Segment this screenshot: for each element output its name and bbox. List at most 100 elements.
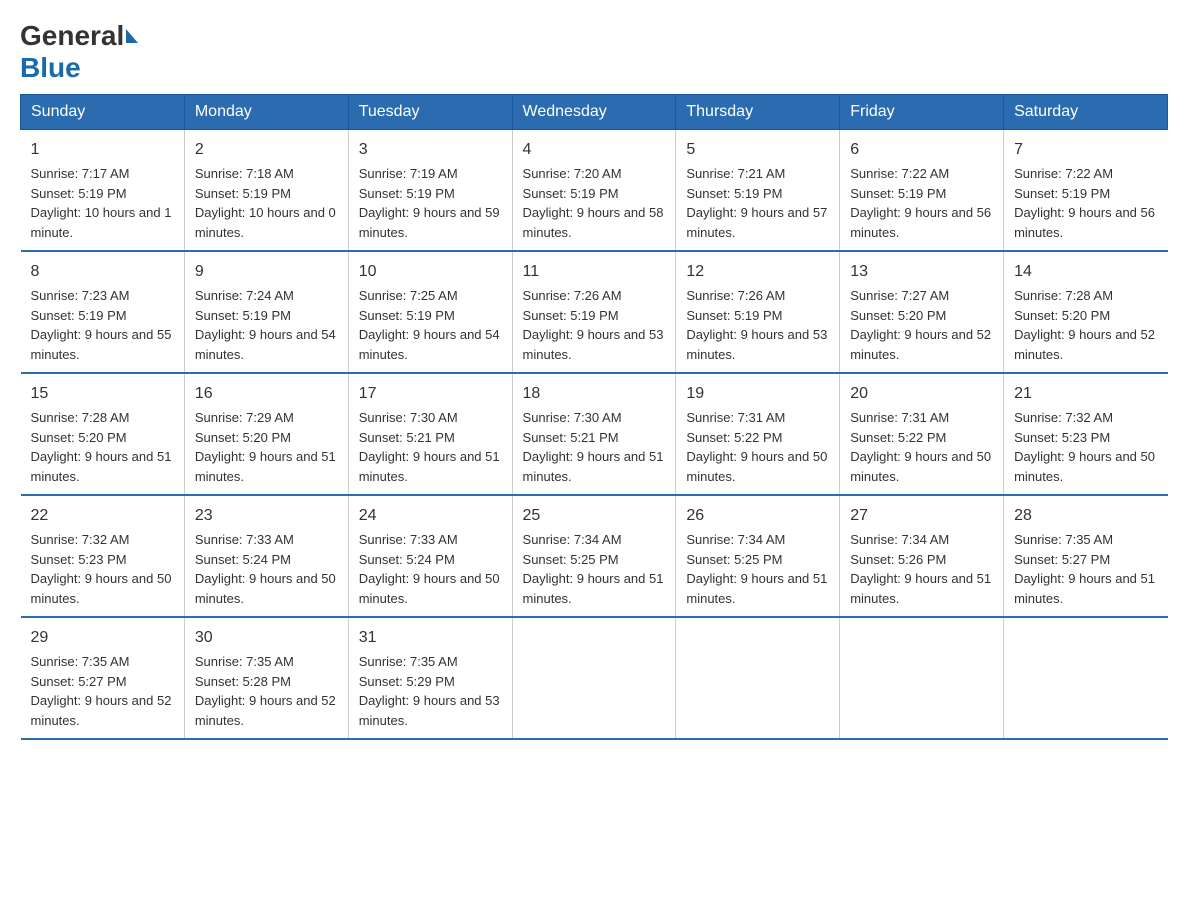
day-daylight: Daylight: 9 hours and 52 minutes. — [31, 693, 172, 728]
calendar-cell: 7Sunrise: 7:22 AMSunset: 5:19 PMDaylight… — [1004, 130, 1168, 252]
day-sunset: Sunset: 5:20 PM — [195, 430, 291, 445]
calendar-cell: 21Sunrise: 7:32 AMSunset: 5:23 PMDayligh… — [1004, 373, 1168, 495]
day-sunset: Sunset: 5:20 PM — [1014, 308, 1110, 323]
day-daylight: Daylight: 9 hours and 51 minutes. — [31, 449, 172, 484]
calendar-header-thursday: Thursday — [676, 95, 840, 130]
day-sunset: Sunset: 5:19 PM — [31, 308, 127, 323]
day-sunrise: Sunrise: 7:23 AM — [31, 288, 130, 303]
day-number: 25 — [523, 504, 666, 528]
day-sunrise: Sunrise: 7:26 AM — [523, 288, 622, 303]
day-daylight: Daylight: 10 hours and 1 minute. — [31, 205, 172, 240]
day-number: 17 — [359, 382, 502, 406]
day-number: 13 — [850, 260, 993, 284]
day-daylight: Daylight: 9 hours and 51 minutes. — [1014, 571, 1155, 606]
day-daylight: Daylight: 9 hours and 51 minutes. — [359, 449, 500, 484]
calendar-cell: 13Sunrise: 7:27 AMSunset: 5:20 PMDayligh… — [840, 251, 1004, 373]
day-sunset: Sunset: 5:27 PM — [31, 674, 127, 689]
day-daylight: Daylight: 9 hours and 50 minutes. — [359, 571, 500, 606]
day-sunrise: Sunrise: 7:28 AM — [1014, 288, 1113, 303]
day-sunset: Sunset: 5:19 PM — [686, 186, 782, 201]
calendar-week-row: 29Sunrise: 7:35 AMSunset: 5:27 PMDayligh… — [21, 617, 1168, 739]
day-daylight: Daylight: 9 hours and 51 minutes. — [523, 449, 664, 484]
calendar-cell: 25Sunrise: 7:34 AMSunset: 5:25 PMDayligh… — [512, 495, 676, 617]
day-daylight: Daylight: 9 hours and 51 minutes. — [523, 571, 664, 606]
day-sunset: Sunset: 5:22 PM — [686, 430, 782, 445]
calendar-week-row: 8 Sunrise: 7:23 AM Sunset: 5:19 PM Daylight… — [21, 251, 1168, 373]
day-sunset: Sunset: 5:28 PM — [195, 674, 291, 689]
calendar-cell: 30Sunrise: 7:35 AMSunset: 5:28 PMDayligh… — [184, 617, 348, 739]
calendar-header-row: SundayMondayTuesdayWednesdayThursdayFrid… — [21, 95, 1168, 130]
day-sunset: Sunset: 5:25 PM — [523, 552, 619, 567]
day-daylight: Daylight: 9 hours and 57 minutes. — [686, 205, 827, 240]
day-sunrise: Sunrise: 7:27 AM — [850, 288, 949, 303]
day-sunrise: Sunrise: 7:25 AM — [359, 288, 458, 303]
calendar-cell: 28Sunrise: 7:35 AMSunset: 5:27 PMDayligh… — [1004, 495, 1168, 617]
day-sunrise: Sunrise: 7:34 AM — [686, 532, 785, 547]
day-sunset: Sunset: 5:20 PM — [31, 430, 127, 445]
day-sunrise: Sunrise: 7:17 AM — [31, 166, 130, 181]
day-number: 6 — [850, 138, 993, 162]
day-sunset: Sunset: 5:19 PM — [686, 308, 782, 323]
calendar-cell — [840, 617, 1004, 739]
day-sunset: Sunset: 5:19 PM — [1014, 186, 1110, 201]
calendar-cell: 15Sunrise: 7:28 AMSunset: 5:20 PMDayligh… — [21, 373, 185, 495]
day-sunrise: Sunrise: 7:35 AM — [31, 654, 130, 669]
day-sunrise: Sunrise: 7:30 AM — [523, 410, 622, 425]
calendar-cell: 19Sunrise: 7:31 AMSunset: 5:22 PMDayligh… — [676, 373, 840, 495]
day-sunrise: Sunrise: 7:33 AM — [195, 532, 294, 547]
day-number: 4 — [523, 138, 666, 162]
calendar-cell: 6Sunrise: 7:22 AMSunset: 5:19 PMDaylight… — [840, 130, 1004, 252]
day-number: 2 — [195, 138, 338, 162]
day-sunset: Sunset: 5:19 PM — [850, 186, 946, 201]
day-daylight: Daylight: 9 hours and 50 minutes. — [1014, 449, 1155, 484]
day-sunset: Sunset: 5:29 PM — [359, 674, 455, 689]
day-number: 9 — [195, 260, 338, 284]
day-daylight: Daylight: 9 hours and 53 minutes. — [523, 327, 664, 362]
day-daylight: Daylight: 9 hours and 59 minutes. — [359, 205, 500, 240]
day-sunset: Sunset: 5:25 PM — [686, 552, 782, 567]
page-header: General Blue — [20, 20, 1168, 84]
calendar-week-row: 1 Sunrise: 7:17 AM Sunset: 5:19 PM Daylight… — [21, 130, 1168, 252]
day-sunrise: Sunrise: 7:21 AM — [686, 166, 785, 181]
day-sunrise: Sunrise: 7:31 AM — [850, 410, 949, 425]
day-number: 15 — [31, 382, 174, 406]
day-daylight: Daylight: 9 hours and 52 minutes. — [195, 693, 336, 728]
calendar-header-tuesday: Tuesday — [348, 95, 512, 130]
calendar-cell: 14Sunrise: 7:28 AMSunset: 5:20 PMDayligh… — [1004, 251, 1168, 373]
day-sunset: Sunset: 5:27 PM — [1014, 552, 1110, 567]
day-daylight: Daylight: 9 hours and 50 minutes. — [195, 571, 336, 606]
day-sunset: Sunset: 5:24 PM — [195, 552, 291, 567]
day-sunset: Sunset: 5:19 PM — [31, 186, 127, 201]
calendar-cell: 11Sunrise: 7:26 AMSunset: 5:19 PMDayligh… — [512, 251, 676, 373]
day-daylight: Daylight: 9 hours and 52 minutes. — [1014, 327, 1155, 362]
day-daylight: Daylight: 9 hours and 51 minutes. — [195, 449, 336, 484]
calendar-cell — [1004, 617, 1168, 739]
calendar-cell — [512, 617, 676, 739]
day-number: 1 — [31, 138, 174, 162]
day-daylight: Daylight: 9 hours and 54 minutes. — [359, 327, 500, 362]
day-number: 18 — [523, 382, 666, 406]
day-daylight: Daylight: 9 hours and 52 minutes. — [850, 327, 991, 362]
calendar-table: SundayMondayTuesdayWednesdayThursdayFrid… — [20, 94, 1168, 740]
calendar-cell: 4Sunrise: 7:20 AMSunset: 5:19 PMDaylight… — [512, 130, 676, 252]
calendar-cell: 12Sunrise: 7:26 AMSunset: 5:19 PMDayligh… — [676, 251, 840, 373]
day-number: 8 — [31, 260, 174, 284]
day-sunset: Sunset: 5:21 PM — [523, 430, 619, 445]
day-sunset: Sunset: 5:19 PM — [523, 308, 619, 323]
calendar-cell: 23 Sunrise: 7:33 AM Sunset: 5:24 PM Dayligh… — [184, 495, 348, 617]
day-number: 31 — [359, 626, 502, 650]
day-number: 23 — [195, 504, 338, 528]
day-number: 12 — [686, 260, 829, 284]
day-sunset: Sunset: 5:21 PM — [359, 430, 455, 445]
day-number: 28 — [1014, 504, 1157, 528]
calendar-cell: 31Sunrise: 7:35 AMSunset: 5:29 PMDayligh… — [348, 617, 512, 739]
day-sunrise: Sunrise: 7:24 AM — [195, 288, 294, 303]
day-number: 7 — [1014, 138, 1157, 162]
day-sunset: Sunset: 5:24 PM — [359, 552, 455, 567]
day-sunrise: Sunrise: 7:26 AM — [686, 288, 785, 303]
day-daylight: Daylight: 9 hours and 53 minutes. — [359, 693, 500, 728]
calendar-cell: 9Sunrise: 7:24 AMSunset: 5:19 PMDaylight… — [184, 251, 348, 373]
calendar-cell: 5Sunrise: 7:21 AMSunset: 5:19 PMDaylight… — [676, 130, 840, 252]
calendar-cell: 1 Sunrise: 7:17 AM Sunset: 5:19 PM Daylight… — [21, 130, 185, 252]
calendar-cell: 8Sunrise: 7:23 AMSunset: 5:19 PMDaylight… — [21, 251, 185, 373]
